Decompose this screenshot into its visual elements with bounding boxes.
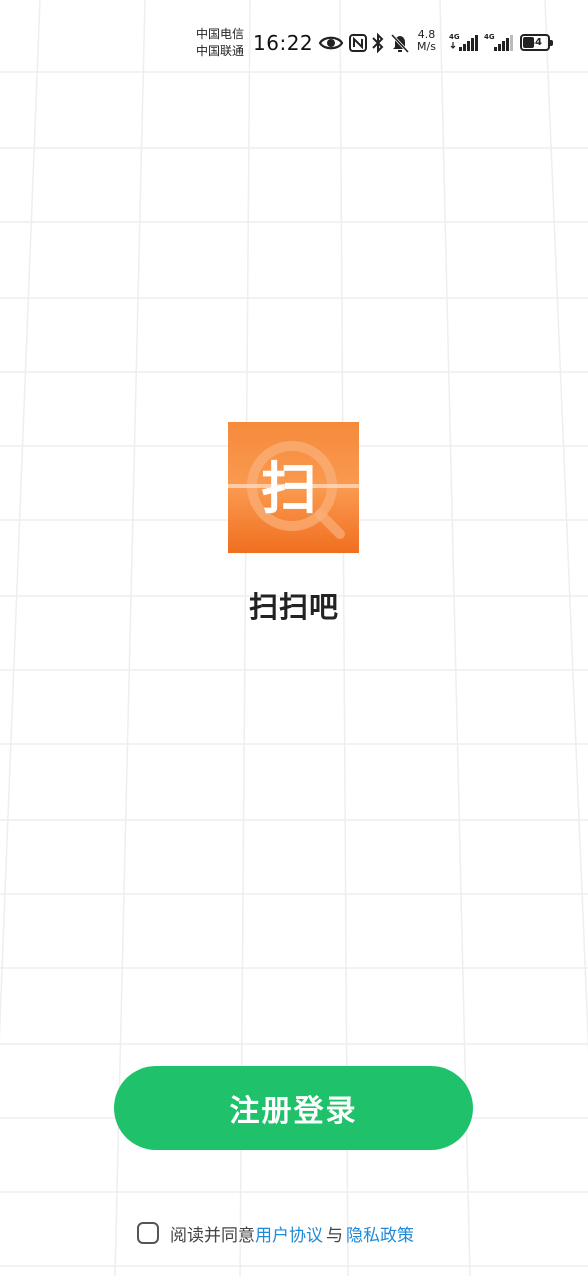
agreement-separator: 与 (326, 1225, 343, 1246)
agreement-checkbox[interactable] (137, 1222, 159, 1244)
sim1-signal-icon (450, 35, 478, 51)
network-speed-unit: M/s (417, 40, 436, 53)
register-login-button[interactable]: 注册登录 (114, 1066, 473, 1150)
app-name: 扫扫吧 (248, 590, 339, 624)
nfc-icon (349, 34, 367, 52)
mute-bell-icon (390, 33, 410, 54)
carrier-2: 中国联通 (196, 44, 245, 58)
network-speed: 4.8 M/s (417, 29, 436, 53)
sim2-signal-icon (494, 35, 513, 51)
status-bar: 中国电信 中国联通 16:22 4.8 M/s 4G 4G 44 (0, 0, 588, 80)
privacy-policy-link[interactable]: 隐私政策 (346, 1221, 414, 1246)
bluetooth-icon (372, 32, 384, 54)
battery-percent: 44 (528, 37, 542, 48)
status-time: 16:22 (253, 31, 314, 55)
carrier-1: 中国电信 (196, 27, 245, 41)
user-agreement-link[interactable]: 用户协议 (255, 1221, 323, 1246)
app-logo: 扫 (228, 422, 359, 553)
carrier-names: 中国电信 中国联通 (196, 26, 244, 60)
agreement-row: 阅读并同意 用户协议 与 隐私政策 (137, 1218, 414, 1248)
agreement-prefix: 阅读并同意 (170, 1225, 255, 1246)
eye-icon (318, 36, 344, 50)
battery-icon: 44 (520, 34, 553, 51)
logo-glyph: 扫 (261, 457, 317, 522)
